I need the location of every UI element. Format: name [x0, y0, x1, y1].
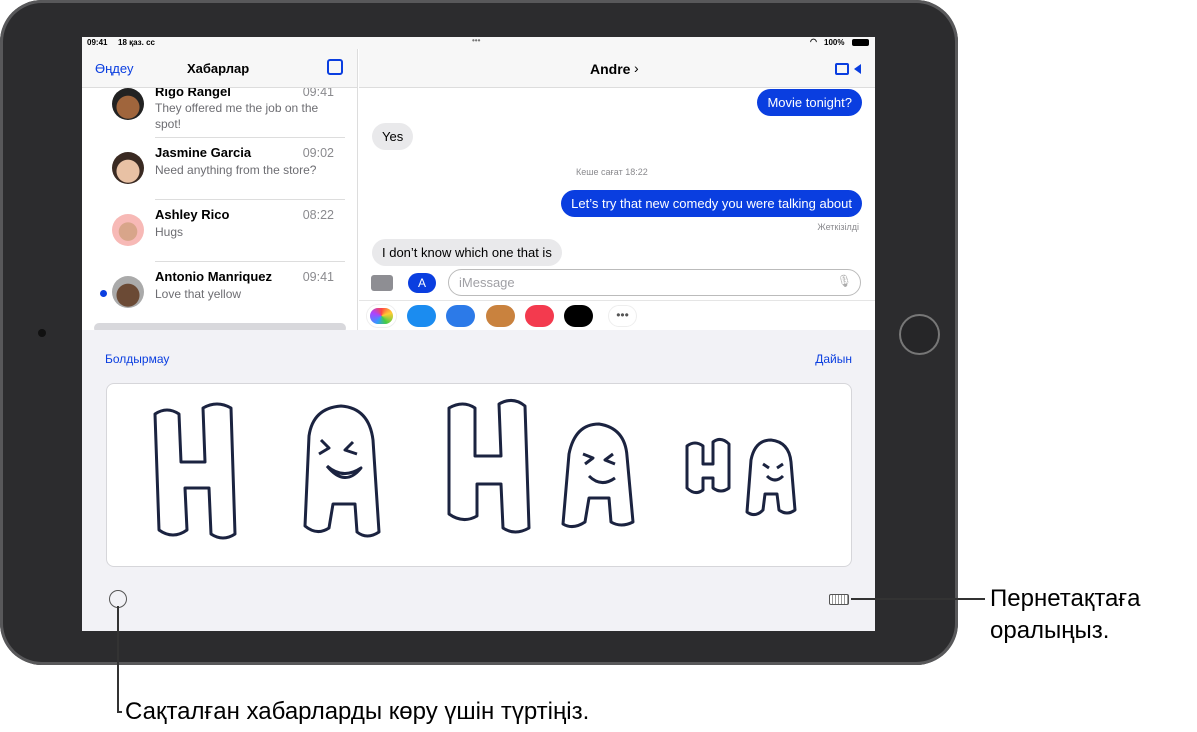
front-camera — [38, 329, 46, 337]
app-store-app-icon[interactable] — [407, 305, 436, 327]
contact-name: Ashley Rico — [155, 207, 230, 222]
message-input[interactable]: iMessage 🎙 — [448, 269, 861, 296]
unread-dot — [100, 290, 107, 297]
digital-touch-app-icon[interactable] — [564, 305, 593, 327]
screen: Rigo Rangel 09:41 They offered me the jo… — [82, 37, 875, 631]
app-store-icon[interactable]: A — [408, 273, 436, 293]
ipad-frame: Rigo Rangel 09:41 They offered me the jo… — [0, 0, 958, 665]
cancel-button[interactable]: Болдырмау — [105, 352, 169, 366]
memoji-app-icon[interactable] — [486, 305, 515, 327]
message-bubble-sent[interactable]: Let’s try that new comedy you were talki… — [561, 190, 862, 217]
status-time: 09:41 — [87, 38, 108, 47]
avatar — [112, 152, 144, 184]
handwritten-drawing — [153, 399, 797, 540]
message-preview: Love that yellow — [155, 287, 242, 301]
more-apps-icon[interactable]: ••• — [608, 305, 637, 327]
avatar — [112, 88, 144, 120]
status-bar: 09:41 18 қаз. сс ••• ◠ 100% — [82, 37, 875, 49]
contact-name: Antonio Manriquez — [155, 269, 272, 284]
battery-icon — [852, 39, 869, 46]
sidebar-nav: Өңдеу Хабарлар — [82, 49, 358, 88]
edit-button[interactable]: Өңдеу — [95, 61, 133, 76]
message-time: 08:22 — [302, 208, 334, 222]
avatar — [112, 276, 144, 308]
video-call-icon-lens — [849, 64, 861, 74]
conversation-list: Rigo Rangel 09:41 They offered me the jo… — [82, 49, 358, 333]
callout-line-keyboard — [851, 598, 985, 600]
message-preview: Hugs — [155, 225, 184, 239]
callout-keyboard: Пернетақтаға оралыңыз. — [990, 583, 1141, 647]
video-call-icon[interactable] — [835, 63, 849, 75]
message-preview: Need anything from the store? — [155, 163, 317, 177]
battery-level: 100% — [824, 38, 845, 47]
status-date: 18 қаз. сс — [118, 38, 155, 47]
music-app-icon[interactable] — [525, 305, 554, 327]
message-timestamp: Кеше сағат 18:22 — [576, 167, 648, 177]
contact-title[interactable]: Andre — [590, 61, 630, 77]
chevron-right-icon[interactable]: › — [634, 60, 639, 76]
message-preview: They offered me the job on the spot! — [155, 101, 319, 131]
callout-line-history — [117, 606, 119, 712]
home-button[interactable] — [899, 314, 940, 355]
handwriting-canvas[interactable] — [106, 383, 852, 567]
done-button[interactable]: Дайын — [815, 352, 852, 366]
camera-icon[interactable] — [371, 275, 393, 291]
divider — [359, 300, 875, 301]
audio-message-app-icon[interactable] — [446, 305, 475, 327]
message-bubble-sent[interactable]: Movie tonight? — [757, 89, 862, 116]
photos-app-icon[interactable] — [367, 305, 396, 327]
handwriting-panel: Болдырмау Дайын — [82, 330, 875, 631]
callout-keyboard-line2: оралыңыз. — [990, 617, 1110, 644]
message-bubble-received[interactable]: Yes — [372, 123, 414, 150]
keyboard-icon[interactable] — [829, 594, 849, 605]
message-bubble-received[interactable]: I don’t know which one that is — [372, 239, 562, 266]
conversation-row[interactable]: Jasmine Garcia 09:02 Need anything from … — [82, 138, 358, 200]
sidebar-title: Хабарлар — [187, 61, 250, 76]
callout-history: Сақталған хабарларды көру үшін түртіңіз. — [125, 698, 590, 725]
delivered-status: Жеткізілді — [817, 222, 859, 232]
message-time: 09:41 — [302, 270, 334, 284]
contact-name: Jasmine Garcia — [155, 145, 252, 160]
chat-nav: Andre › — [359, 49, 875, 88]
multitask-dots[interactable]: ••• — [472, 37, 480, 45]
avatar — [112, 214, 144, 246]
conversation-row[interactable]: Antonio Manriquez 09:41 Love that yellow — [82, 262, 358, 324]
conversation-row[interactable]: Rigo Rangel 09:41 They offered me the jo… — [82, 82, 358, 144]
callout-keyboard-line1: Пернетақтаға — [990, 585, 1141, 612]
wifi-icon: ◠ — [810, 37, 817, 46]
message-input-placeholder: iMessage — [459, 275, 515, 290]
message-time: 09:02 — [302, 146, 334, 160]
microphone-icon[interactable]: 🎙 — [837, 274, 852, 288]
callout-line-history-tick — [117, 711, 122, 713]
compose-icon[interactable] — [327, 59, 343, 75]
conversation-row[interactable]: Ashley Rico 08:22 Hugs — [82, 200, 358, 262]
